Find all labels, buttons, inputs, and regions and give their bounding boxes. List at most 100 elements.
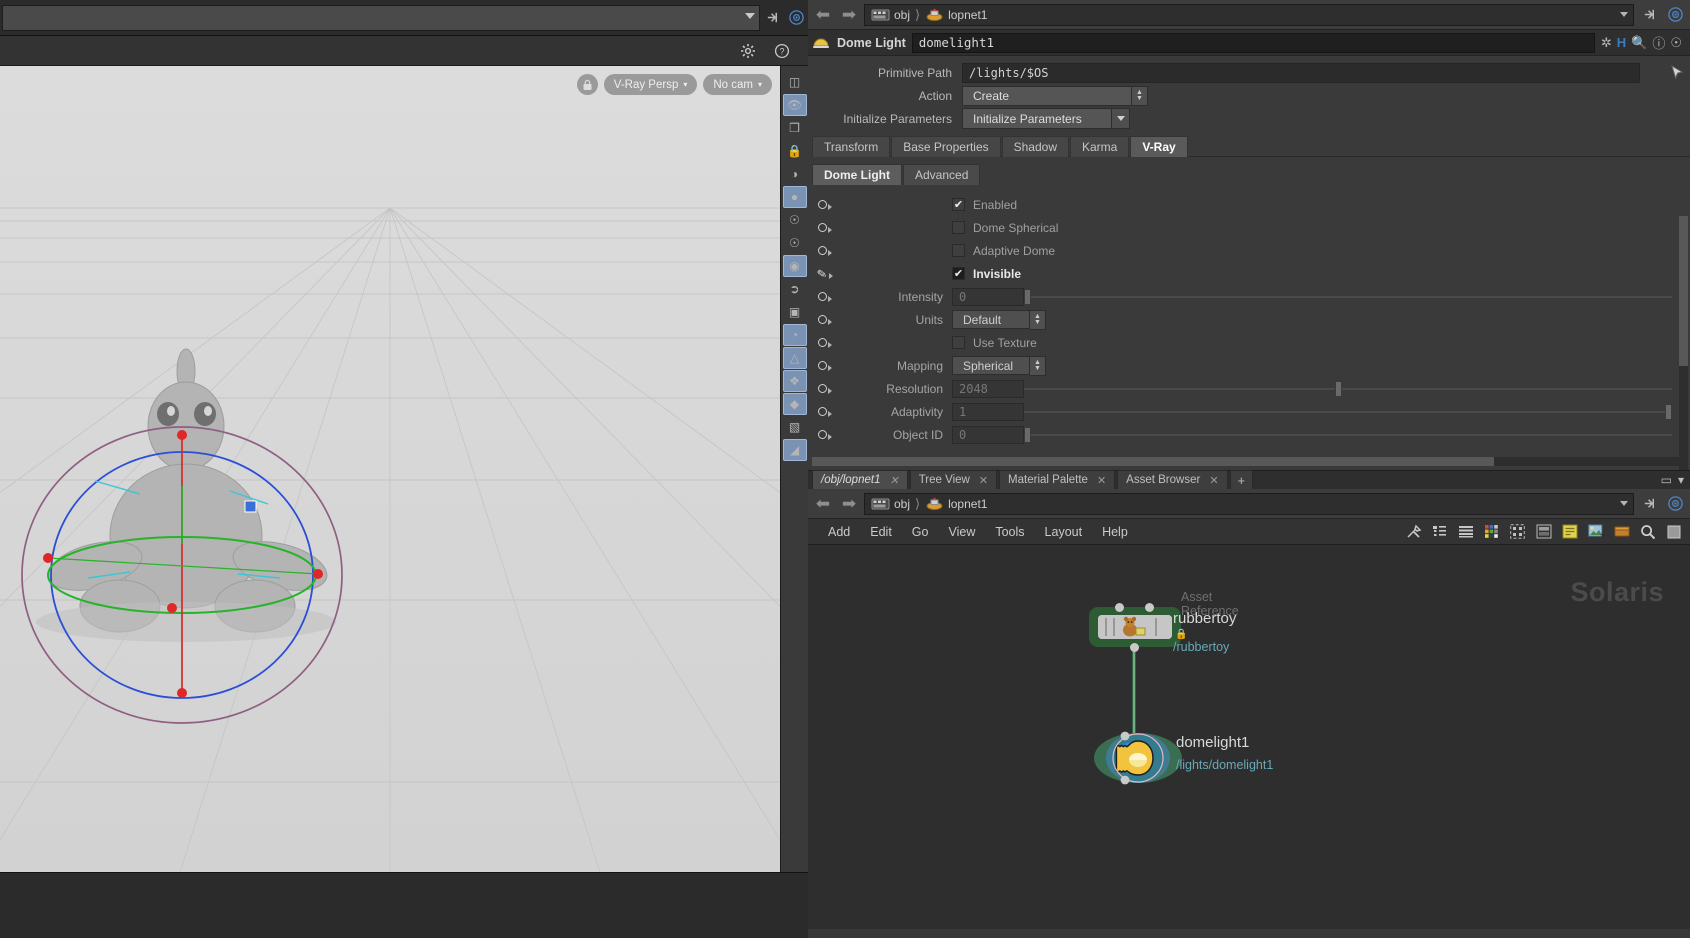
units-select[interactable]: Default: [952, 310, 1030, 329]
menu-edit[interactable]: Edit: [860, 525, 902, 539]
lock-camera-icon[interactable]: 🔒: [783, 140, 807, 162]
tab-obj-lopnet1[interactable]: /obj/lopnet1 ✕: [812, 470, 908, 489]
layers-icon[interactable]: [1457, 523, 1474, 540]
adaptivity-input[interactable]: 1: [952, 402, 1024, 421]
network-path-input[interactable]: obj ⟩ lopnet1: [864, 492, 1634, 515]
tab-vray[interactable]: V-Ray: [1130, 136, 1188, 157]
subtab-advanced[interactable]: Advanced: [903, 164, 981, 185]
menu-add[interactable]: Add: [818, 525, 860, 539]
node-rubbertoy[interactable]: Asset Reference rubbertoy 🔒 /rubbertoy: [1089, 590, 1239, 654]
menu-help[interactable]: Help: [1092, 525, 1138, 539]
search-icon[interactable]: [1639, 523, 1656, 540]
forward-arrow-icon[interactable]: ➡: [838, 4, 860, 26]
environment-light-icon[interactable]: ◉: [782, 255, 807, 277]
node-grid-icon[interactable]: [1509, 523, 1526, 540]
animate-toggle-icon[interactable]: [808, 291, 842, 302]
close-icon[interactable]: ✕: [1097, 474, 1106, 487]
chevron-down-icon[interactable]: [1112, 108, 1130, 129]
animate-toggle-icon[interactable]: [808, 429, 842, 440]
search-icon[interactable]: 🔍: [1631, 35, 1647, 51]
animate-toggle-icon[interactable]: [808, 222, 842, 233]
breadcrumb-path-input[interactable]: obj ⟩ lopnet1: [864, 3, 1634, 26]
adaptive-dome-checkbox[interactable]: [952, 244, 965, 257]
target-icon[interactable]: [1664, 4, 1686, 26]
tab-tree-view[interactable]: Tree View ✕: [909, 470, 998, 489]
dome-spherical-checkbox[interactable]: [952, 221, 965, 234]
intensity-input[interactable]: 0: [952, 287, 1024, 306]
adaptivity-slider[interactable]: [1024, 403, 1672, 421]
network-editor[interactable]: Solaris Asset Reference rubbertoy 🔒 /rub…: [808, 545, 1690, 929]
add-tab-button[interactable]: +: [1229, 470, 1254, 489]
parameter-horizontal-scrollbar[interactable]: [812, 457, 1686, 466]
tab-asset-browser[interactable]: Asset Browser ✕: [1117, 470, 1228, 489]
tab-karma[interactable]: Karma: [1070, 136, 1130, 157]
package-box-icon[interactable]: [1613, 523, 1630, 540]
pin-icon[interactable]: [1638, 493, 1660, 515]
enabled-checkbox[interactable]: ✔: [952, 198, 965, 211]
menu-tools[interactable]: Tools: [985, 525, 1034, 539]
select-tool-icon[interactable]: ❒: [783, 117, 807, 139]
help-icon[interactable]: ☉: [1670, 35, 1682, 51]
pin-icon[interactable]: [760, 5, 784, 31]
resolution-slider[interactable]: [1024, 380, 1672, 398]
animate-toggle-icon[interactable]: [808, 406, 842, 417]
pin-icon[interactable]: [1638, 4, 1660, 26]
package-box-icon[interactable]: ▧: [783, 416, 807, 438]
color-palette-icon[interactable]: [1483, 523, 1500, 540]
close-icon[interactable]: ✕: [1209, 474, 1218, 487]
back-arrow-icon[interactable]: ⬅: [812, 4, 834, 26]
tab-material-palette[interactable]: Material Palette ✕: [999, 470, 1116, 489]
mapping-stepper[interactable]: ▲ ▼: [1030, 355, 1046, 376]
object-id-input[interactable]: 0: [952, 425, 1024, 444]
camera-selector[interactable]: V-Ray Persp ▾: [603, 74, 698, 95]
invisible-checkbox[interactable]: ✔: [952, 267, 965, 280]
animate-toggle-icon[interactable]: [808, 245, 842, 256]
pencil-icon[interactable]: ✎: [808, 266, 842, 281]
help-icon[interactable]: ?: [770, 38, 794, 64]
lock-icon[interactable]: [576, 74, 598, 95]
snapshot-icon[interactable]: ➲: [783, 278, 807, 300]
breadcrumb-item-lopnet1[interactable]: lopnet1: [925, 496, 987, 512]
tools-wrench-icon[interactable]: [1405, 523, 1422, 540]
target-icon[interactable]: [784, 5, 808, 31]
node-output-connector[interactable]: [1130, 643, 1139, 652]
node-shape-icon[interactable]: [1535, 523, 1552, 540]
back-arrow-icon[interactable]: ⬅: [812, 493, 834, 515]
close-icon[interactable]: ✕: [889, 474, 898, 487]
geometry-icon[interactable]: ❖: [782, 370, 807, 392]
intensity-slider[interactable]: [1024, 288, 1672, 306]
cursor-icon[interactable]: ◢: [782, 439, 807, 461]
forward-arrow-icon[interactable]: ➡: [838, 493, 860, 515]
add-image-icon[interactable]: +: [1587, 523, 1604, 540]
gear-icon[interactable]: [736, 38, 760, 64]
houdini-logo-icon[interactable]: H: [1617, 35, 1626, 50]
breadcrumb-item-obj[interactable]: obj: [871, 496, 910, 512]
node-input-connector-2[interactable]: [1145, 603, 1154, 612]
node-body[interactable]: [1092, 730, 1184, 785]
subtab-dome-light[interactable]: Dome Light: [812, 164, 902, 185]
animate-toggle-icon[interactable]: [808, 383, 842, 394]
viewport-path-input[interactable]: [2, 4, 760, 31]
mapping-select[interactable]: Spherical: [952, 356, 1030, 375]
resolution-input[interactable]: 2048: [952, 379, 1024, 398]
chevron-down-icon[interactable]: [1620, 11, 1628, 17]
display-options-icon[interactable]: [1665, 523, 1682, 540]
list-tree-icon[interactable]: [1431, 523, 1448, 540]
primitive-path-input[interactable]: /lights/$OS: [962, 62, 1640, 83]
breadcrumb-item-obj[interactable]: obj: [871, 7, 910, 23]
select-arrow-icon[interactable]: [1664, 65, 1690, 80]
render-region-icon[interactable]: △: [782, 347, 807, 369]
material-icon[interactable]: ◔: [782, 324, 807, 346]
info-icon[interactable]: ⓘ: [1652, 33, 1665, 52]
animate-toggle-icon[interactable]: [808, 360, 842, 371]
tab-transform[interactable]: Transform: [812, 136, 891, 157]
point-light-icon[interactable]: ☉: [783, 209, 807, 231]
action-stepper[interactable]: ▲ ▼: [1132, 85, 1148, 106]
image-icon[interactable]: ◆: [782, 393, 807, 415]
animate-toggle-icon[interactable]: [808, 314, 842, 325]
animate-toggle-icon[interactable]: [808, 199, 842, 210]
maximize-pane-icon[interactable]: ▭: [1661, 473, 1672, 487]
node-domelight1[interactable]: domelight1 /lights/domelight1: [1092, 730, 1273, 785]
object-id-slider[interactable]: [1024, 426, 1672, 444]
sticky-note-icon[interactable]: [1561, 523, 1578, 540]
